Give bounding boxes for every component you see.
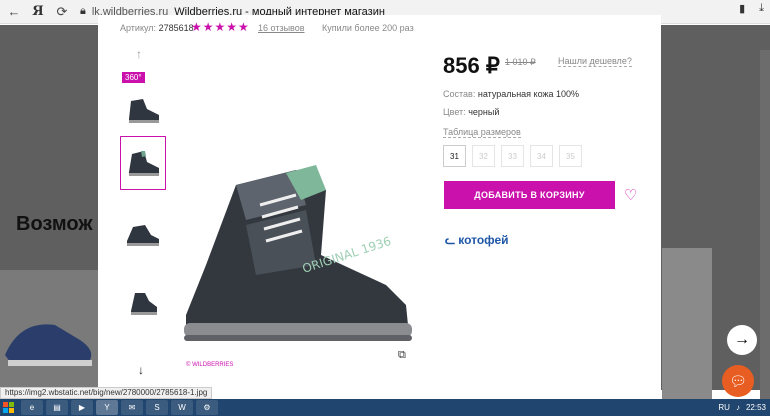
arrow-up-icon[interactable]: ↑: [136, 47, 142, 61]
status-url: https://img2.wbstatic.net/big/new/278000…: [0, 387, 213, 399]
shoe-icon: [127, 225, 159, 246]
badge-360[interactable]: 360°: [122, 72, 145, 83]
size-table-link[interactable]: Таблица размеров: [443, 127, 521, 138]
reviews-link[interactable]: 16 отзывов: [258, 23, 305, 33]
thumbnail-selected[interactable]: [120, 136, 166, 190]
color-label: Цвет:: [443, 107, 466, 117]
shoe-thumbnail-icon: [5, 324, 92, 366]
windows-start-icon[interactable]: [0, 399, 18, 416]
size-option[interactable]: 32: [472, 145, 495, 167]
color: Цвет: черный: [443, 107, 499, 117]
brand-name: котофей: [458, 233, 509, 247]
thumbnail[interactable]: [120, 83, 166, 137]
thumbnail[interactable]: [120, 207, 166, 261]
cat-icon: ᓚ: [445, 233, 456, 247]
shoe-icon: [131, 293, 157, 315]
thumbnail[interactable]: [120, 275, 166, 329]
lock-icon: 🔒︎: [80, 5, 86, 17]
mail-icon[interactable]: ✉: [121, 400, 143, 415]
ie-icon[interactable]: e: [21, 400, 43, 415]
color-value: черный: [468, 107, 500, 117]
size-selector: 31 32 33 34 35: [443, 145, 582, 167]
skype-icon[interactable]: S: [146, 400, 168, 415]
size-option[interactable]: 35: [559, 145, 582, 167]
zoom-icon[interactable]: ⧉: [398, 349, 406, 362]
shoe-icon: [129, 99, 159, 123]
size-option[interactable]: 33: [501, 145, 524, 167]
section-heading: Возмож: [16, 213, 93, 235]
media-icon[interactable]: ▶: [71, 400, 93, 415]
bookmark-icon[interactable]: ▮: [739, 2, 745, 15]
folder-icon[interactable]: ▤: [46, 400, 68, 415]
next-arrow-button[interactable]: →: [727, 325, 757, 355]
heart-icon[interactable]: ♡: [624, 186, 637, 204]
rating-stars: ★★★★★: [191, 20, 250, 34]
article-label: Артикул:: [120, 23, 157, 33]
add-to-cart-button[interactable]: ДОБАВИТЬ В КОРЗИНУ: [444, 181, 615, 209]
old-price: 1 010 ₽: [505, 57, 536, 67]
arrow-down-icon[interactable]: ↓: [138, 363, 144, 377]
article-value: 2785618: [158, 23, 194, 33]
word-icon[interactable]: W: [171, 400, 193, 415]
product-modal: Артикул: 2785618 ★★★★★ 16 отзывов Купили…: [98, 15, 661, 390]
brand-logo[interactable]: ᓚ котофей: [445, 233, 509, 247]
system-tray: RU ♪ 22:53: [718, 399, 766, 416]
download-icon[interactable]: ⤓: [759, 2, 764, 15]
scrollbar[interactable]: [760, 50, 770, 415]
back-button[interactable]: ←: [4, 2, 24, 22]
composition-label: Состав:: [443, 89, 476, 99]
refresh-button[interactable]: ⟳: [52, 2, 72, 22]
product-card[interactable]: [662, 248, 712, 408]
article-info: Артикул: 2785618: [120, 23, 194, 33]
bought-count: Купили более 200 раз: [322, 23, 414, 33]
composition: Состав: натуральная кожа 100%: [443, 89, 579, 99]
size-option[interactable]: 31: [443, 145, 466, 167]
watermark: © WILDBERRIES: [186, 362, 234, 368]
volume-icon[interactable]: ♪: [736, 403, 740, 412]
product-image[interactable]: ORIGINAL 1936: [176, 165, 426, 355]
found-cheaper-link[interactable]: Нашли дешевле?: [558, 56, 632, 67]
yandex-logo[interactable]: Я: [28, 2, 48, 22]
clock[interactable]: 22:53: [746, 403, 766, 412]
app-icon[interactable]: ⚙: [196, 400, 218, 415]
product-card[interactable]: [0, 270, 98, 390]
chat-button[interactable]: 💬︎: [722, 365, 754, 397]
language-indicator[interactable]: RU: [718, 403, 730, 412]
taskbar: e ▤ ▶ Y ✉ S W ⚙ RU ♪ 22:53: [0, 399, 770, 416]
shoe-icon: [129, 151, 159, 176]
composition-value: натуральная кожа 100%: [477, 89, 580, 99]
yandex-browser-icon[interactable]: Y: [96, 400, 118, 415]
price: 856 ₽: [443, 53, 500, 78]
size-option[interactable]: 34: [530, 145, 553, 167]
